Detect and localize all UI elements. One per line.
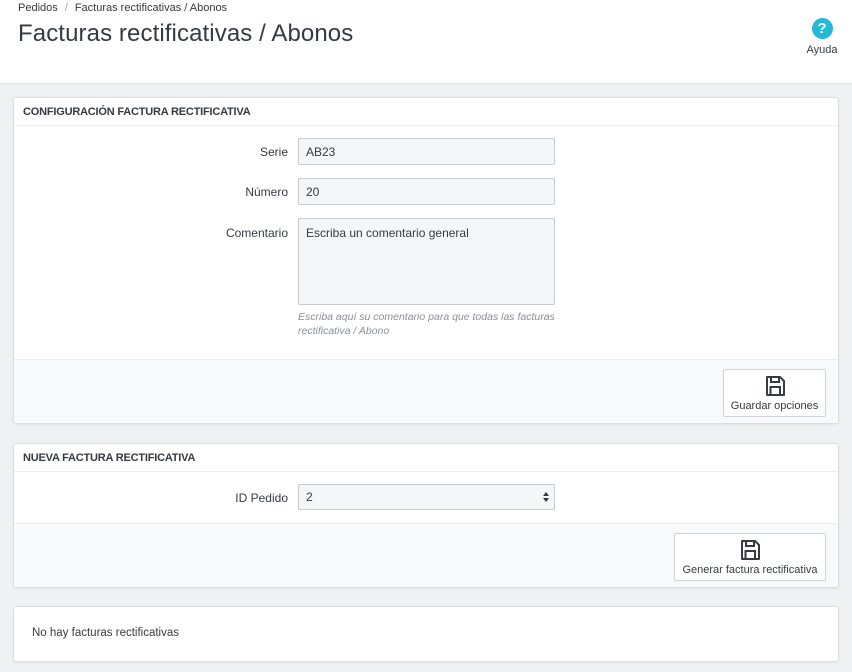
empty-list-message: No hay facturas rectificativas	[32, 627, 180, 639]
new-invoice-panel-footer: Generar factura rectificativa	[14, 523, 838, 587]
breadcrumb-current[interactable]: Facturas rectificativas / Abonos	[75, 2, 227, 14]
save-options-label: Guardar opciones	[730, 399, 819, 412]
new-invoice-panel-heading: Nueva factura rectificativa	[14, 444, 838, 472]
id-pedido-selected-value: 2	[306, 490, 313, 504]
save-options-button[interactable]: Guardar opciones	[723, 369, 826, 417]
new-invoice-panel: Nueva factura rectificativa ID Pedido 2 …	[13, 443, 839, 588]
config-panel-heading: Configuración factura rectificativa	[14, 98, 838, 126]
question-circle-icon: ?	[811, 18, 833, 39]
id-pedido-label: ID Pedido	[235, 491, 288, 505]
numero-input[interactable]	[298, 178, 555, 205]
id-pedido-select-box[interactable]: 2	[298, 484, 555, 510]
numero-label: Número	[245, 185, 288, 199]
config-panel-footer: Guardar opciones	[14, 359, 838, 423]
help-label: Ayuda	[806, 44, 838, 56]
comentario-label: Comentario	[225, 226, 288, 240]
breadcrumb-separator: /	[64, 2, 68, 14]
id-pedido-select[interactable]: 2	[298, 484, 555, 510]
comentario-help-text: Escriba aquí su comentario para que toda…	[298, 311, 555, 337]
invoice-list-panel: No hay facturas rectificativas	[13, 606, 839, 662]
generate-invoice-label: Generar factura rectificativa	[682, 563, 818, 576]
updown-arrows-icon	[543, 492, 549, 502]
breadcrumb: Pedidos / Facturas rectificativas / Abonos	[18, 2, 227, 14]
generate-invoice-button[interactable]: Generar factura rectificativa	[674, 533, 826, 581]
floppy-disk-icon	[765, 375, 785, 396]
help-button[interactable]: ? Ayuda	[804, 18, 840, 56]
page-title: Facturas rectificativas / Abonos	[18, 20, 354, 47]
serie-input[interactable]	[298, 138, 555, 165]
config-panel: Configuración factura rectificativa Seri…	[13, 97, 839, 424]
breadcrumb-parent-link[interactable]: Pedidos	[18, 2, 58, 14]
comentario-textarea[interactable]: Escriba un comentario general	[298, 218, 555, 305]
serie-label: Serie	[259, 145, 288, 159]
page-header: Pedidos / Facturas rectificativas / Abonos…	[0, 0, 852, 84]
floppy-disk-icon	[741, 539, 760, 560]
